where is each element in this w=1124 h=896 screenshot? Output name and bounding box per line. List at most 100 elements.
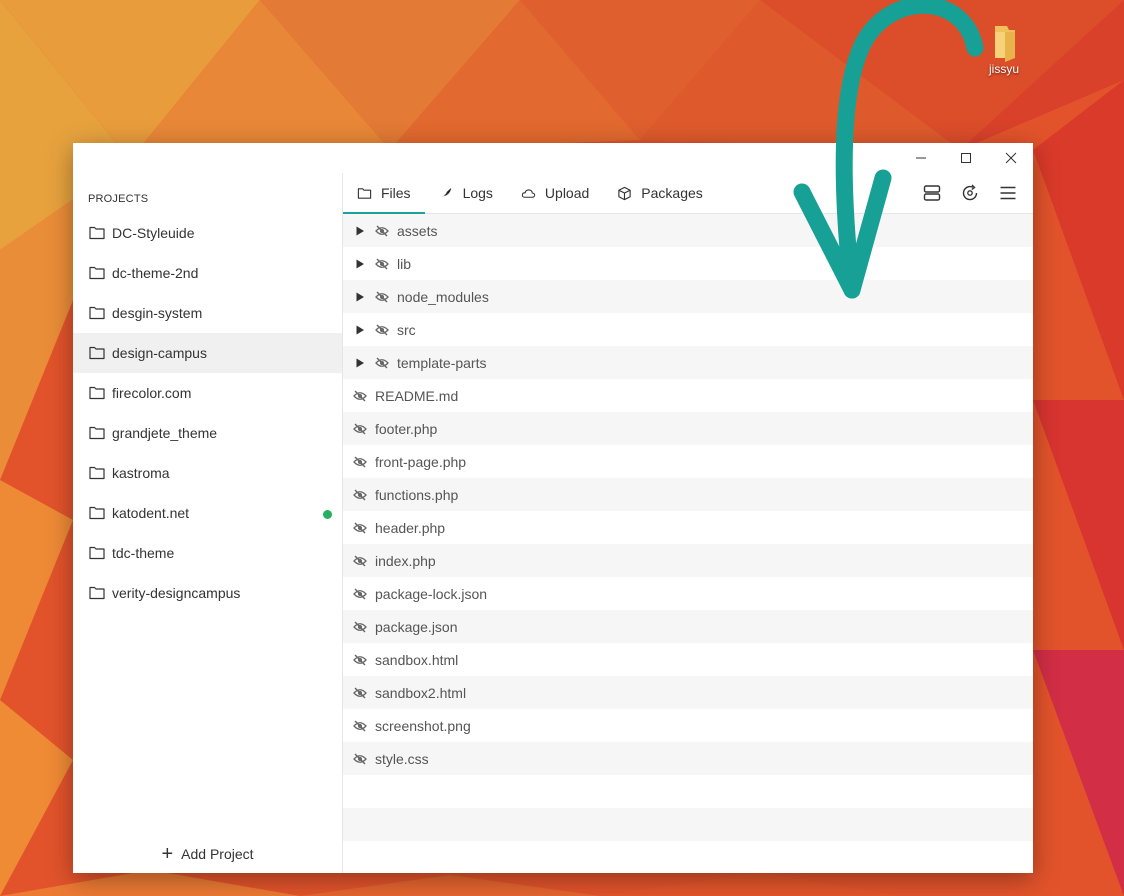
- file-name: README.md: [375, 387, 459, 404]
- eye-slash-icon[interactable]: [353, 390, 367, 402]
- project-item[interactable]: design-campus: [73, 333, 342, 373]
- project-item[interactable]: dc-theme-2nd: [73, 253, 342, 293]
- eye-slash-icon[interactable]: [353, 489, 367, 501]
- project-item[interactable]: desgin-system: [73, 293, 342, 333]
- file-name: assets: [397, 222, 438, 239]
- folder-icon: [89, 346, 105, 360]
- project-name: firecolor.com: [112, 385, 192, 401]
- eye-slash-icon[interactable]: [353, 423, 367, 435]
- file-row[interactable]: package-lock.json: [343, 577, 1033, 610]
- file-name: sandbox2.html: [375, 684, 467, 701]
- eye-slash-icon[interactable]: [353, 555, 367, 567]
- eye-slash-icon[interactable]: [375, 258, 389, 270]
- eye-slash-icon[interactable]: [375, 357, 389, 369]
- eye-slash-icon[interactable]: [353, 456, 367, 468]
- caret-right-icon[interactable]: [355, 325, 365, 335]
- file-name: header.php: [375, 519, 446, 536]
- folder-icon: [89, 226, 105, 240]
- tab-packages[interactable]: Packages: [603, 173, 716, 213]
- plus-icon: +: [161, 843, 174, 865]
- tab-logs[interactable]: Logs: [425, 173, 507, 213]
- file-name: lib: [397, 255, 412, 272]
- file-row[interactable]: sandbox.html: [343, 643, 1033, 676]
- tab-label: Logs: [462, 185, 493, 201]
- file-row[interactable]: style.css: [343, 742, 1033, 775]
- eye-slash-icon[interactable]: [353, 654, 367, 666]
- add-project-label: Add Project: [181, 846, 254, 862]
- project-name: grandjete_theme: [112, 425, 218, 441]
- file-row[interactable]: header.php: [343, 511, 1033, 544]
- file-name: style.css: [375, 750, 429, 767]
- folder-icon: [357, 187, 372, 199]
- file-row[interactable]: index.php: [343, 544, 1033, 577]
- folder-icon: [89, 386, 105, 400]
- package-icon: [618, 186, 631, 200]
- eye-slash-icon[interactable]: [353, 588, 367, 600]
- caret-right-icon[interactable]: [355, 358, 365, 368]
- tab-upload[interactable]: Upload: [507, 173, 603, 213]
- project-item[interactable]: tdc-theme: [73, 533, 342, 573]
- caret-right-icon[interactable]: [355, 259, 365, 269]
- eye-slash-icon[interactable]: [375, 291, 389, 303]
- file-name: node_modules: [397, 288, 489, 305]
- file-name: front-page.php: [375, 453, 467, 470]
- file-list: assets lib node_modulessrc template-parts RE…: [343, 214, 1033, 874]
- close-icon: [1005, 152, 1016, 164]
- project-name: desgin-system: [112, 305, 203, 321]
- project-name: verity-designcampus: [112, 585, 241, 601]
- project-item[interactable]: katodent.net: [73, 493, 342, 533]
- project-item[interactable]: DC-Styleuide: [73, 213, 342, 253]
- caret-right-icon[interactable]: [355, 292, 365, 302]
- file-name: package-lock.json: [375, 585, 488, 602]
- project-item[interactable]: firecolor.com: [73, 373, 342, 413]
- add-project-button[interactable]: + Add Project: [73, 843, 342, 865]
- file-row[interactable]: footer.php: [343, 412, 1033, 445]
- eye-slash-icon[interactable]: [353, 720, 367, 732]
- file-row[interactable]: package.json: [343, 610, 1033, 643]
- file-name: functions.php: [375, 486, 459, 503]
- empty-row: [343, 808, 1033, 841]
- folder-icon: [89, 506, 105, 520]
- file-row[interactable]: screenshot.png: [343, 709, 1033, 742]
- caret-right-icon[interactable]: [355, 226, 365, 236]
- eye-slash-icon[interactable]: [353, 621, 367, 633]
- file-name: footer.php: [375, 420, 438, 437]
- file-name: src: [397, 321, 416, 338]
- eye-slash-icon[interactable]: [353, 687, 367, 699]
- eye-slash-icon[interactable]: [353, 753, 367, 765]
- folder-row[interactable]: src: [343, 313, 1033, 346]
- tab-label: Files: [381, 185, 411, 201]
- project-item[interactable]: kastroma: [73, 453, 342, 493]
- projects-heading: PROJECTS: [88, 193, 149, 205]
- folder-row[interactable]: template-parts: [343, 346, 1033, 379]
- eye-slash-icon[interactable]: [375, 324, 389, 336]
- menu-icon: [1000, 186, 1016, 200]
- file-name: screenshot.png: [375, 717, 471, 734]
- file-row[interactable]: functions.php: [343, 478, 1033, 511]
- project-name: kastroma: [112, 465, 170, 481]
- feather-icon: [440, 187, 451, 199]
- cloud-icon: [521, 188, 536, 198]
- project-name: DC-Styleuide: [112, 225, 195, 241]
- project-item[interactable]: grandjete_theme: [73, 413, 342, 453]
- file-row[interactable]: README.md: [343, 379, 1033, 412]
- file-row[interactable]: front-page.php: [343, 445, 1033, 478]
- project-name: design-campus: [112, 345, 207, 361]
- folder-icon: [89, 426, 105, 440]
- project-list: DC-Styleuide dc-theme-2nd desgin-system des…: [73, 213, 342, 613]
- file-name: package.json: [375, 618, 458, 635]
- eye-slash-icon[interactable]: [353, 522, 367, 534]
- folder-icon: [89, 466, 105, 480]
- status-indicator: [323, 510, 332, 519]
- project-name: tdc-theme: [112, 545, 175, 561]
- project-name: dc-theme-2nd: [112, 265, 199, 281]
- tab-label: Upload: [544, 185, 590, 201]
- tab-files[interactable]: Files: [343, 173, 425, 214]
- folder-icon: [89, 266, 105, 280]
- folder-icon: [89, 306, 105, 320]
- annotation-arrow: [793, 0, 984, 299]
- eye-slash-icon[interactable]: [375, 225, 389, 237]
- file-row[interactable]: sandbox2.html: [343, 676, 1033, 709]
- project-item[interactable]: verity-designcampus: [73, 573, 342, 613]
- file-name: template-parts: [397, 354, 487, 371]
